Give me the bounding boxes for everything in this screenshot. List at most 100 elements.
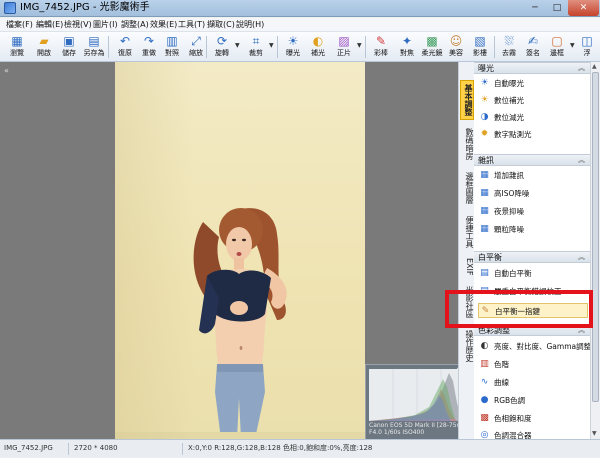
contrast-icon: ◐: [480, 341, 489, 351]
mixer-icon: ◎: [480, 430, 489, 439]
levels-icon: ▥: [480, 359, 489, 369]
open-folder-icon: ▰: [39, 34, 49, 48]
border-icon: ▢: [551, 34, 563, 48]
spot-metering-item[interactable]: ✹ 數字點測光: [478, 127, 588, 142]
status-bar: IMG_7452.JPG 2720 * 4080 X:0,Y:0 R:128,G…: [0, 439, 600, 458]
camera-model: Canon EOS 5D Mark II [28-75mm]: [369, 422, 471, 429]
float-icon: ◫: [581, 34, 593, 48]
chevron-down-icon[interactable]: ▼: [570, 42, 575, 49]
curves-icon: ∿: [480, 377, 489, 387]
menu-help[interactable]: 說明(H): [236, 20, 264, 30]
chevron-down-icon[interactable]: ▼: [269, 42, 274, 49]
white-balance-icon: ▤: [480, 268, 489, 278]
app-logo-icon: [4, 2, 16, 14]
redo-icon: ↷: [143, 34, 155, 48]
studio-button[interactable]: ▧ 影樓: [466, 33, 494, 61]
fill-light-button[interactable]: ◐ 補光: [304, 33, 332, 61]
digital-reduce-light-item[interactable]: ◑ 數位減光: [478, 110, 588, 125]
menu-adjust[interactable]: 調整(A): [121, 20, 149, 30]
tab-darkroom[interactable]: 數碼暗房: [460, 124, 474, 164]
color-wand-button[interactable]: ✎ 彩棒: [367, 33, 395, 61]
menu-capture[interactable]: 擷取(C): [207, 20, 235, 30]
digital-fill-light-item[interactable]: ☀ 數位補光: [478, 93, 588, 108]
hue-saturation-item[interactable]: ▩ 色相飽和度: [478, 411, 588, 426]
save-as-button[interactable]: ▤ 另存為: [80, 33, 108, 61]
section-white-balance[interactable]: 白平衡 ︽: [474, 251, 590, 263]
film-button[interactable]: ▨ 正片: [330, 33, 358, 61]
reduce-light-icon: ◑: [480, 112, 489, 122]
toolbar-divider: [277, 36, 278, 58]
close-button[interactable]: ✕: [568, 0, 599, 16]
window-title: IMG_7452.JPG - 光影魔術手: [20, 2, 150, 13]
adjust-panel: 曝光 ︽ ☀ 自動曝光 ☀ 數位補光 ◑ 數位減光 ✹ 數字點測光 雜訊 ︽ ▦ 增加雜訊 ▦…: [474, 62, 590, 439]
menu-view[interactable]: 檢視(V): [64, 20, 92, 30]
float-button[interactable]: ◫ 浮: [576, 33, 598, 61]
chevron-down-icon[interactable]: ▼: [357, 42, 362, 49]
curves-item[interactable]: ∿ 曲線: [478, 375, 588, 390]
high-iso-denoise-item[interactable]: ▦ 高ISO降噪: [478, 186, 588, 201]
add-noise-item[interactable]: ▦ 增加雜訊: [478, 168, 588, 183]
denoise-icon: ▦: [480, 188, 489, 198]
beauty-icon: ☺: [449, 34, 463, 48]
menu-file[interactable]: 檔案(F): [6, 20, 33, 30]
auto-exposure-item[interactable]: ☀ 自動曝光: [478, 76, 588, 91]
minimize-button[interactable]: ─: [524, 0, 546, 16]
collapse-icon[interactable]: ︽: [578, 253, 585, 262]
save-icon: ▣: [63, 34, 75, 48]
defog-icon: ⛆: [504, 34, 514, 48]
metering-icon: ✹: [480, 129, 489, 139]
photo-canvas[interactable]: [115, 62, 365, 439]
border-button[interactable]: ▢ 邊框: [543, 33, 571, 61]
compare-icon: ▥: [166, 34, 178, 48]
save-as-icon: ▤: [88, 34, 100, 48]
rgb-icon: ●: [480, 395, 489, 405]
grain-denoise-item[interactable]: ▦ 顆粒降噪: [478, 222, 588, 237]
rotate-icon: ⟳: [216, 34, 228, 48]
night-denoise-item[interactable]: ▦ 夜景抑噪: [478, 204, 588, 219]
tab-history[interactable]: 操作歷史: [460, 326, 474, 366]
open-button[interactable]: ▰ 開啟: [30, 33, 58, 61]
tab-basic-adjust[interactable]: 基本調整: [460, 80, 474, 120]
rgb-tone-item[interactable]: ● RGB色調: [478, 393, 588, 408]
menu-image[interactable]: 圖片(I): [93, 20, 118, 30]
menu-edit[interactable]: 編輯(E): [36, 20, 63, 30]
chevron-down-icon[interactable]: ▼: [235, 42, 240, 49]
rotate-button[interactable]: ⟳ 旋轉: [208, 33, 236, 61]
toolbar-divider: [206, 36, 207, 58]
save-button[interactable]: ▣ 儲存: [55, 33, 83, 61]
status-filename: IMG_7452.JPG: [4, 444, 53, 452]
scroll-down-icon[interactable]: ▼: [592, 430, 597, 437]
exposure-icon: ☀: [287, 34, 299, 48]
night-icon: ▦: [480, 206, 489, 216]
tab-border-layer[interactable]: 邊框圖層: [460, 168, 474, 208]
histogram-panel[interactable]: ✕ Canon EOS 5D Mark II [28-75mm] F4.0 1/…: [365, 364, 471, 440]
fill-light-icon: ☀: [480, 95, 489, 105]
collapse-icon[interactable]: ︽: [578, 156, 585, 165]
levels-item[interactable]: ▥ 色階: [478, 357, 588, 372]
exposure-button[interactable]: ☀ 曝光: [279, 33, 307, 61]
histogram-graph: [369, 369, 465, 421]
collapse-left-icon[interactable]: «: [4, 66, 9, 75]
section-exposure[interactable]: 曝光 ︽: [474, 62, 590, 74]
crop-button[interactable]: ⌗ 裁剪: [242, 33, 270, 61]
tab-exif[interactable]: EXIF: [460, 256, 474, 278]
toolbar-divider: [108, 36, 109, 58]
toolbar: ▦ 瀏覽 ▰ 開啟 ▣ 儲存 ▤ 另存為 ↶ 復原 ↷ 重做 ▥ 對照 ⤢ 縮放 ⟳ 旋轉 ▼ ⌗…: [0, 32, 600, 62]
menu-tools[interactable]: 工具(T): [178, 20, 205, 30]
tab-quick-tools[interactable]: 便捷工具: [460, 212, 474, 252]
menu-bar: 檔案(F) 編輯(E) 檢視(V) 圖片(I) 調整(A) 效果(E) 工具(T…: [0, 18, 600, 32]
panel-scrollbar[interactable]: ▲ ▼: [590, 62, 600, 439]
collapse-icon[interactable]: ︽: [578, 64, 585, 73]
auto-white-balance-item[interactable]: ▤ 自動白平衡: [478, 266, 588, 281]
focus-icon: ✦: [401, 34, 413, 48]
scroll-thumb[interactable]: [592, 72, 599, 402]
maximize-button[interactable]: □: [546, 0, 568, 16]
focus-button[interactable]: ✦ 對焦: [393, 33, 421, 61]
brightness-contrast-item[interactable]: ◐ 亮度、對比度、Gamma調整: [478, 339, 590, 354]
vertical-tabs: 基本調整 數碼暗房 邊框圖層 便捷工具 EXIF 光影社區 操作歷史: [458, 62, 474, 439]
scroll-up-icon[interactable]: ▲: [592, 63, 597, 70]
menu-effects[interactable]: 效果(E): [150, 20, 177, 30]
browse-button[interactable]: ▦ 瀏覽: [3, 33, 31, 61]
color-mixer-item[interactable]: ◎ 色調混合器: [478, 428, 588, 439]
section-noise[interactable]: 雜訊 ︽: [474, 154, 590, 166]
